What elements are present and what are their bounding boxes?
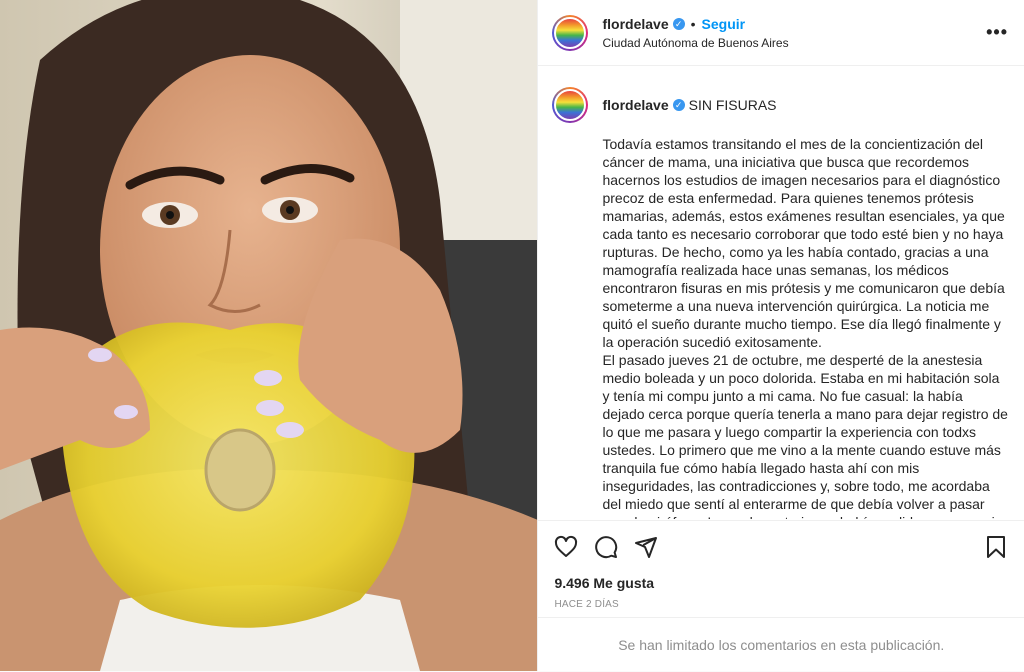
caption-username-link[interactable]: flordelave xyxy=(602,97,668,113)
post-photo[interactable] xyxy=(0,0,538,671)
follow-button[interactable]: Seguir xyxy=(702,16,746,32)
heart-icon[interactable] xyxy=(554,535,578,559)
profile-avatar[interactable] xyxy=(552,14,589,51)
share-icon[interactable] xyxy=(634,535,658,559)
photo-illustration xyxy=(0,0,538,671)
likes-count[interactable]: 9.496 Me gusta xyxy=(554,575,1008,591)
actions-section: 9.496 Me gusta HACE 2 DÍAS xyxy=(538,520,1024,610)
comment-icon[interactable] xyxy=(594,535,618,559)
caption-text: Todavía estamos transitando el mes de la… xyxy=(602,136,1008,519)
bookmark-icon[interactable] xyxy=(984,535,1008,559)
verified-badge-icon: ✓ xyxy=(672,99,685,111)
separator-dot: • xyxy=(690,15,696,32)
instagram-post: flordelave ✓ • Seguir Ciudad Autónoma de… xyxy=(0,0,1024,671)
header-meta: flordelave ✓ • Seguir Ciudad Autónoma de… xyxy=(602,16,986,50)
comments-limited-notice: Se han limitado los comentarios en esta … xyxy=(538,617,1024,672)
location-link[interactable]: Ciudad Autónoma de Buenos Aires xyxy=(602,36,986,50)
more-options-icon[interactable]: ••• xyxy=(986,22,1008,43)
verified-badge-icon: ✓ xyxy=(672,17,685,30)
caption-title: SIN FISURAS xyxy=(688,97,777,113)
caption-header: flordelave ✓ SIN FISURAS xyxy=(552,87,1008,123)
post-side-panel: flordelave ✓ • Seguir Ciudad Autónoma de… xyxy=(537,0,1024,671)
action-bar xyxy=(554,521,1008,573)
caption-avatar[interactable] xyxy=(552,87,589,123)
post-header: flordelave ✓ • Seguir Ciudad Autónoma de… xyxy=(538,0,1024,66)
post-timestamp[interactable]: HACE 2 DÍAS xyxy=(554,599,1008,610)
username-link[interactable]: flordelave xyxy=(602,16,668,32)
caption-scroll-area[interactable]: flordelave ✓ SIN FISURAS Todavía estamos… xyxy=(538,67,1024,519)
